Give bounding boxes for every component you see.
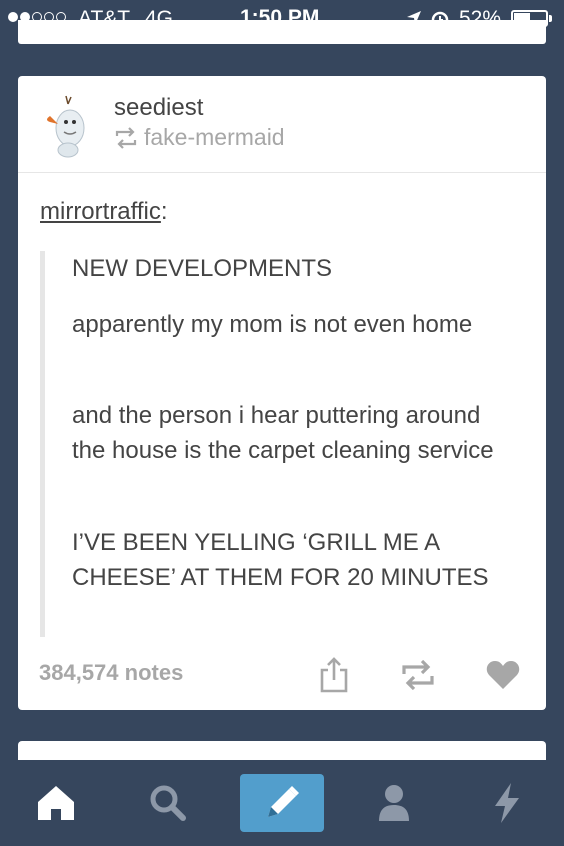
quote-paragraph: I’VE BEEN YELLING ‘GRILL ME A CHEESE’ AT…: [72, 529, 489, 591]
search-icon: [150, 785, 186, 821]
notes-count[interactable]: 384,574 notes: [39, 660, 183, 686]
like-icon[interactable]: [485, 656, 521, 694]
tab-account[interactable]: [354, 774, 434, 832]
header-divider: [18, 172, 546, 173]
tab-bar: [0, 760, 564, 846]
reblog-icon[interactable]: [400, 656, 436, 694]
source-author-link[interactable]: mirrortraffic: [40, 198, 161, 225]
battery-tip: [549, 15, 552, 22]
source-colon: :: [160, 198, 168, 225]
reblog-source[interactable]: fake-mermaid: [114, 124, 285, 151]
author-avatar[interactable]: [42, 94, 94, 158]
account-icon: [379, 785, 409, 821]
compose-icon: [268, 786, 299, 817]
quote-paragraph: NEW DEVELOPMENTS: [72, 255, 333, 282]
quote-paragraph: apparently my mom is not even home: [72, 311, 473, 338]
activity-icon: [495, 783, 519, 823]
quoted-post-body: NEW DEVELOPMENTS apparently my mom is no…: [40, 251, 515, 637]
share-icon[interactable]: [316, 656, 352, 694]
tab-home[interactable]: [16, 774, 96, 832]
previous-post-card: [18, 20, 546, 44]
home-icon: [38, 786, 74, 820]
quote-paragraph: and the person i hear puttering around t…: [72, 402, 494, 464]
post-card: seediest fake-mermaid mirrortraffic: NEW…: [18, 76, 546, 710]
tab-compose[interactable]: [240, 774, 324, 832]
source-attribution: mirrortraffic:: [40, 198, 168, 226]
post-author[interactable]: seediest: [114, 94, 203, 122]
tab-search[interactable]: [128, 774, 208, 832]
tab-activity[interactable]: [467, 774, 547, 832]
reblog-small-icon: [115, 126, 137, 149]
reblogged-from-name: fake-mermaid: [144, 124, 285, 150]
